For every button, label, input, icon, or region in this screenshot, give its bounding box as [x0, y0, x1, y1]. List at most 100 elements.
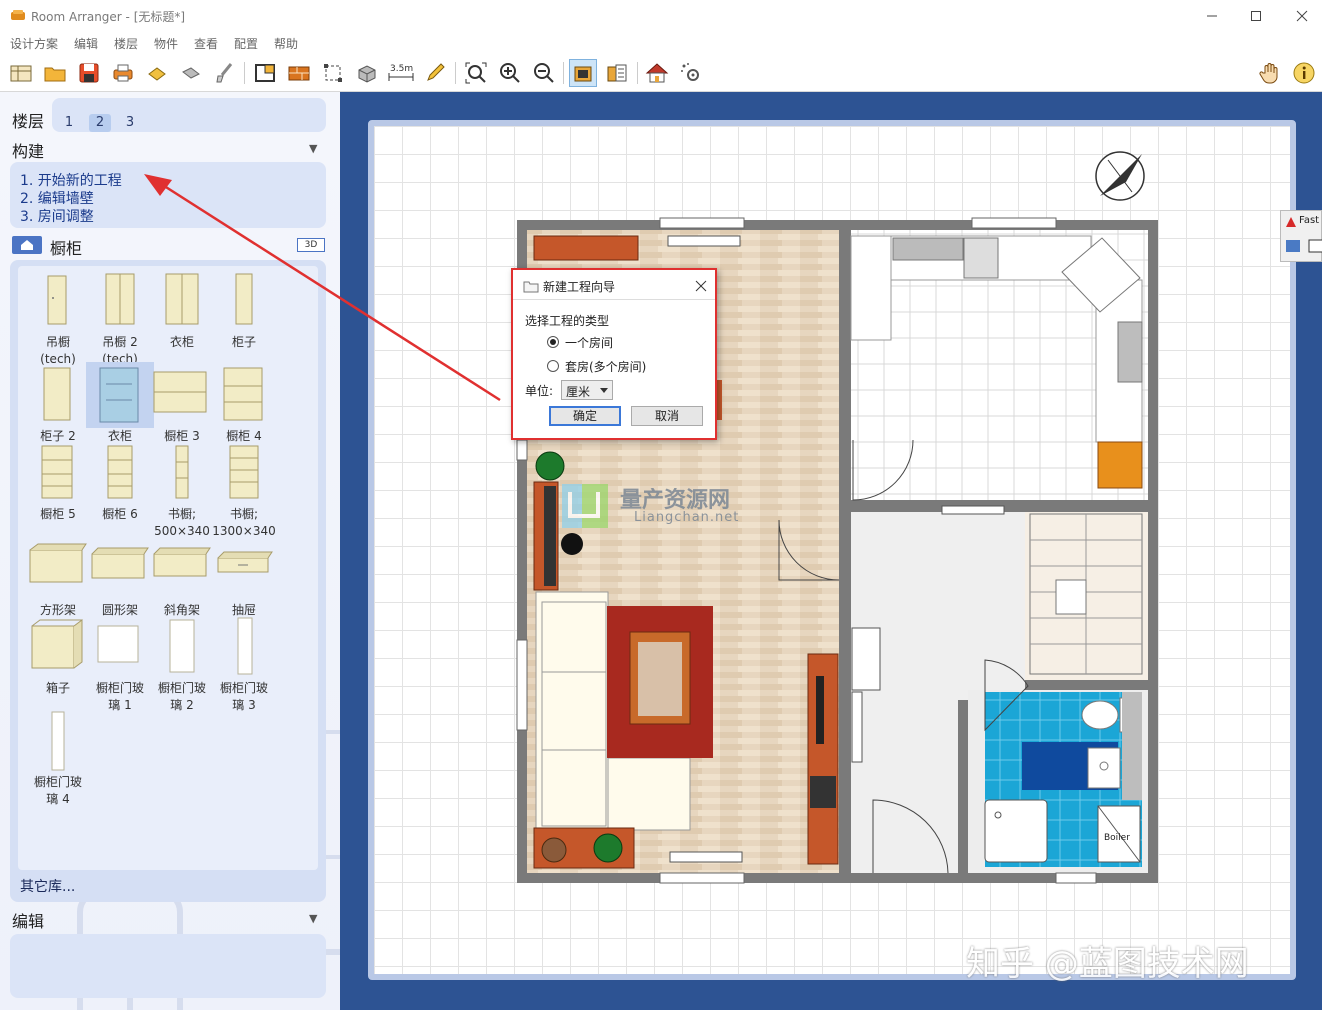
pan-button[interactable]: [1256, 59, 1284, 87]
cupboard-6-icon: [107, 445, 133, 499]
close-button[interactable]: [1288, 4, 1316, 28]
catalog-item-drawer[interactable]: 抽屉: [210, 536, 278, 619]
floorplan-paper[interactable]: [368, 120, 1296, 980]
catalog-item-bookcase-500[interactable]: 书橱; 500×340: [148, 440, 216, 540]
settings-button[interactable]: [677, 59, 705, 87]
design-canvas[interactable]: [340, 92, 1322, 1010]
add-wall-button[interactable]: [285, 59, 313, 87]
catalog-item-glass-door-2[interactable]: 橱柜门玻 璃 2: [148, 614, 216, 714]
objects-button[interactable]: [353, 59, 381, 87]
project-type-label: 选择工程的类型: [525, 314, 610, 328]
cabinet-icon: [235, 273, 253, 325]
catalog-item-cabinet-2[interactable]: 柜子 2: [24, 362, 92, 445]
minimize-button[interactable]: [1198, 4, 1226, 28]
radio-single-room[interactable]: [547, 336, 559, 348]
catalog-item-wardrobe-blue[interactable]: 衣柜: [86, 362, 154, 445]
view-2d-button[interactable]: [569, 59, 597, 87]
title-bar: Room Arranger - [无标题*]: [0, 0, 1322, 32]
menu-help[interactable]: 帮助: [274, 35, 298, 52]
fast-label: Fast: [1299, 215, 1320, 226]
zhihu-watermark: 知乎 @蓝图技术网: [966, 944, 1249, 984]
glass-door-1-icon: [97, 625, 139, 663]
menu-design[interactable]: 设计方案: [10, 35, 58, 52]
catalog-item-glass-door-4[interactable]: 橱柜门玻 璃 4: [24, 708, 92, 808]
catalog-item-box[interactable]: 箱子: [24, 614, 92, 697]
toolbar-separator: [637, 62, 638, 84]
home-icon[interactable]: [12, 236, 42, 254]
zoom-out-icon: [534, 63, 554, 83]
step-room-adjust[interactable]: 3. 房间调整: [20, 206, 94, 226]
save-button[interactable]: [75, 59, 103, 87]
edit-walls-button[interactable]: [251, 59, 279, 87]
app-logo-icon: [11, 10, 25, 20]
catalog-item-bookcase-1300[interactable]: 书橱; 1300×340: [210, 440, 278, 540]
redo-button[interactable]: [177, 59, 205, 87]
cancel-button[interactable]: 取消: [631, 406, 703, 426]
more-libraries-link[interactable]: 其它库...: [20, 876, 75, 896]
toolbar: 3.5m: [0, 54, 1322, 92]
view-list-button[interactable]: [603, 59, 631, 87]
fast-icon: [1286, 217, 1296, 227]
measure-button[interactable]: 3.5m: [387, 59, 415, 87]
maximize-button[interactable]: [1242, 4, 1270, 28]
catalog-item-cupboard-5[interactable]: 橱柜 5: [24, 440, 92, 523]
radio-multi-room[interactable]: [547, 360, 559, 372]
catalog-item-glass-door-1[interactable]: 橱柜门玻 璃 1: [86, 614, 154, 714]
cupboard-4-icon: [223, 367, 263, 421]
build-collapse-icon[interactable]: ▼: [309, 142, 317, 155]
draw-button[interactable]: [421, 59, 449, 87]
3d-badge[interactable]: 3D: [297, 238, 325, 252]
wardrobe-blue-icon: [99, 367, 139, 423]
menu-view[interactable]: 查看: [194, 35, 218, 52]
catalog-item-cabinet[interactable]: 柜子: [210, 268, 278, 351]
menu-floor[interactable]: 楼层: [114, 35, 138, 52]
step-new-project[interactable]: 1. 开始新的工程: [20, 170, 122, 190]
step-edit-walls[interactable]: 2. 编辑墙壁: [20, 188, 94, 208]
select-area-button[interactable]: [319, 59, 347, 87]
catalog-item-hanging-cabinet-2[interactable]: 吊橱 2 (tech): [86, 268, 154, 368]
floor-tab-3[interactable]: 3: [119, 114, 141, 132]
floor-tab-2[interactable]: 2: [89, 114, 111, 132]
menu-edit[interactable]: 编辑: [74, 35, 98, 52]
zoom-in-button[interactable]: [496, 59, 524, 87]
fast-popup[interactable]: Fast: [1280, 210, 1322, 262]
box-3d-icon: [358, 65, 376, 83]
ok-button[interactable]: 确定: [549, 406, 621, 426]
square-shelf-icon: [29, 543, 87, 583]
zoom-fit-icon: [465, 62, 487, 84]
brush-button[interactable]: [211, 59, 239, 87]
measure-icon: 3.5m: [388, 64, 414, 81]
open-folder-icon: [44, 67, 66, 82]
info-button[interactable]: [1290, 59, 1318, 87]
catalog-item-wardrobe[interactable]: 衣柜: [148, 268, 216, 351]
print-button[interactable]: [109, 59, 137, 87]
catalog-item-round-shelf[interactable]: 圆形架: [86, 536, 154, 619]
new-project-button[interactable]: [7, 59, 35, 87]
dialog-title: 新建工程向导: [543, 280, 616, 294]
menu-object[interactable]: 物件: [154, 35, 178, 52]
catalog-item-cupboard-6[interactable]: 橱柜 6: [86, 440, 154, 523]
catalog-item-hanging-cabinet[interactable]: 吊橱 (tech): [24, 268, 92, 368]
option-multi-room-label[interactable]: 套房(多个房间): [565, 358, 646, 375]
catalog-item-cupboard-4[interactable]: 橱柜 4: [210, 362, 278, 445]
edit-collapse-icon[interactable]: ▼: [309, 912, 317, 925]
glass-door-3-icon: [237, 617, 253, 675]
pencil-icon: [427, 63, 445, 81]
catalog-item-cupboard-3[interactable]: 橱柜 3: [148, 362, 216, 445]
catalog-item-corner-shelf[interactable]: 斜角架: [148, 536, 216, 619]
unit-select[interactable]: 厘米: [561, 380, 613, 400]
zoom-fit-button[interactable]: [462, 59, 490, 87]
option-single-room-label[interactable]: 一个房间: [565, 334, 613, 351]
zoom-out-button[interactable]: [530, 59, 558, 87]
hand-icon: [1259, 63, 1278, 84]
open-button[interactable]: [41, 59, 69, 87]
dialog-close-icon[interactable]: [695, 280, 707, 292]
catalog-item-glass-door-3[interactable]: 橱柜门玻 璃 3: [210, 614, 278, 714]
floor-tab-1[interactable]: 1: [58, 114, 80, 132]
catalog-title: 橱柜: [50, 239, 83, 258]
catalog-item-square-shelf[interactable]: 方形架: [24, 536, 92, 619]
window-title: Room Arranger - [无标题*]: [31, 10, 186, 24]
menu-config[interactable]: 配置: [234, 35, 258, 52]
view-3d-button[interactable]: [643, 59, 671, 87]
undo-button[interactable]: [143, 59, 171, 87]
